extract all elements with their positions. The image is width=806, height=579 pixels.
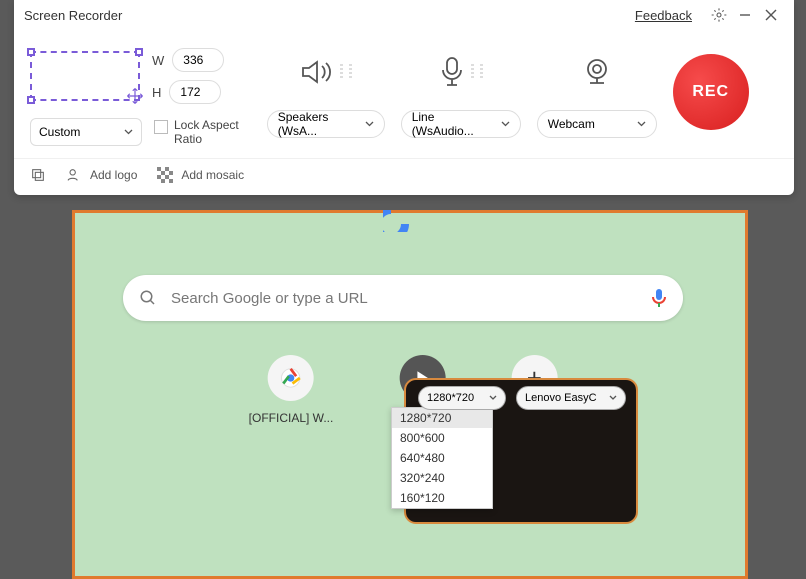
chevron-down-icon <box>365 121 374 127</box>
webcam-settings: Webcam <box>537 48 657 138</box>
level-indicator <box>471 64 474 80</box>
webcam-toggle-select[interactable]: Webcam <box>537 110 657 138</box>
height-label: H <box>152 85 161 100</box>
rec-label: REC <box>692 83 729 101</box>
lock-label-line1: Lock Aspect <box>174 118 239 132</box>
checkbox-icon[interactable] <box>154 120 168 134</box>
level-indicator <box>349 64 352 80</box>
frame-corner <box>72 210 88 226</box>
camera-value: Lenovo EasyC <box>525 392 597 404</box>
shortcut-label: [OFFICIAL] W... <box>249 411 334 425</box>
width-label: W <box>152 53 164 68</box>
selection-preview[interactable] <box>30 51 140 101</box>
mic-icon <box>439 56 465 88</box>
region-preset-select[interactable]: Custom <box>30 118 142 146</box>
frame-corner <box>72 563 88 579</box>
speaker-icon <box>300 57 334 87</box>
lock-aspect-ratio[interactable]: Lock Aspect Ratio <box>154 118 239 146</box>
add-mosaic-label: Add mosaic <box>181 168 244 182</box>
resolution-value: 1280*720 <box>427 392 474 404</box>
shortcut-icon <box>268 355 314 401</box>
minimize-button[interactable] <box>732 2 758 28</box>
record-button[interactable]: REC <box>673 54 749 130</box>
resolution-option[interactable]: 320*240 <box>392 468 492 488</box>
webcam-controls: 1280*720 Lenovo EasyC <box>418 386 626 410</box>
level-indicator <box>480 64 483 80</box>
webcam-value: Webcam <box>548 117 595 131</box>
region-settings: W H Custom <box>30 48 239 146</box>
frame-corner <box>732 563 748 579</box>
add-mosaic-button[interactable]: Add mosaic <box>157 167 244 183</box>
app-title: Screen Recorder <box>24 8 122 23</box>
chevron-down-icon <box>124 129 133 135</box>
feedback-link[interactable]: Feedback <box>635 8 692 23</box>
speaker-value: Speakers (WsA... <box>278 110 355 138</box>
search-placeholder: Search Google or type a URL <box>171 290 637 307</box>
height-input[interactable] <box>169 80 221 104</box>
resolution-option[interactable]: 1280*720 <box>392 408 492 428</box>
crop-tool[interactable] <box>30 167 46 183</box>
frame-corner <box>732 210 748 226</box>
width-input[interactable] <box>172 48 224 72</box>
webcam-resolution-select[interactable]: 1280*720 <box>418 386 506 410</box>
webcam-device-select[interactable]: Lenovo EasyC <box>516 386 626 410</box>
mic-value: Line (WsAudio... <box>412 110 491 138</box>
mic-settings: Line (WsAudio... <box>401 48 521 138</box>
move-icon <box>126 87 144 105</box>
add-logo-label: Add logo <box>90 168 137 182</box>
speaker-device-select[interactable]: Speakers (WsA... <box>267 110 385 138</box>
resolution-option[interactable]: 640*480 <box>392 448 492 468</box>
bottom-toolbar: Add logo Add mosaic <box>14 158 794 195</box>
lock-label-line2: Ratio <box>174 132 239 146</box>
settings-icon[interactable] <box>706 2 732 28</box>
level-indicator <box>340 64 343 80</box>
add-logo-button[interactable]: Add logo <box>66 167 137 183</box>
title-bar: Screen Recorder Feedback <box>14 0 794 30</box>
voice-search-icon[interactable] <box>651 288 667 308</box>
browser-search-bar[interactable]: Search Google or type a URL <box>123 275 683 321</box>
preset-value: Custom <box>39 125 80 139</box>
resolution-dropdown-menu: 1280*720 800*600 640*480 320*240 160*120 <box>391 407 493 509</box>
chevron-down-icon <box>637 121 646 127</box>
resolution-option[interactable]: 160*120 <box>392 488 492 508</box>
google-logo-partial <box>383 210 423 232</box>
chevron-down-icon <box>501 121 510 127</box>
resolution-option[interactable]: 800*600 <box>392 428 492 448</box>
close-button[interactable] <box>758 2 784 28</box>
chevron-down-icon <box>609 395 617 401</box>
app-window: Screen Recorder Feedback <box>14 0 794 195</box>
chevron-down-icon <box>489 395 497 401</box>
mic-device-select[interactable]: Line (WsAudio... <box>401 110 521 138</box>
webcam-icon <box>582 57 612 87</box>
search-icon <box>139 289 157 307</box>
shortcut-item[interactable]: [OFFICIAL] W... <box>249 355 334 425</box>
speaker-settings: Speakers (WsA... <box>267 48 385 138</box>
